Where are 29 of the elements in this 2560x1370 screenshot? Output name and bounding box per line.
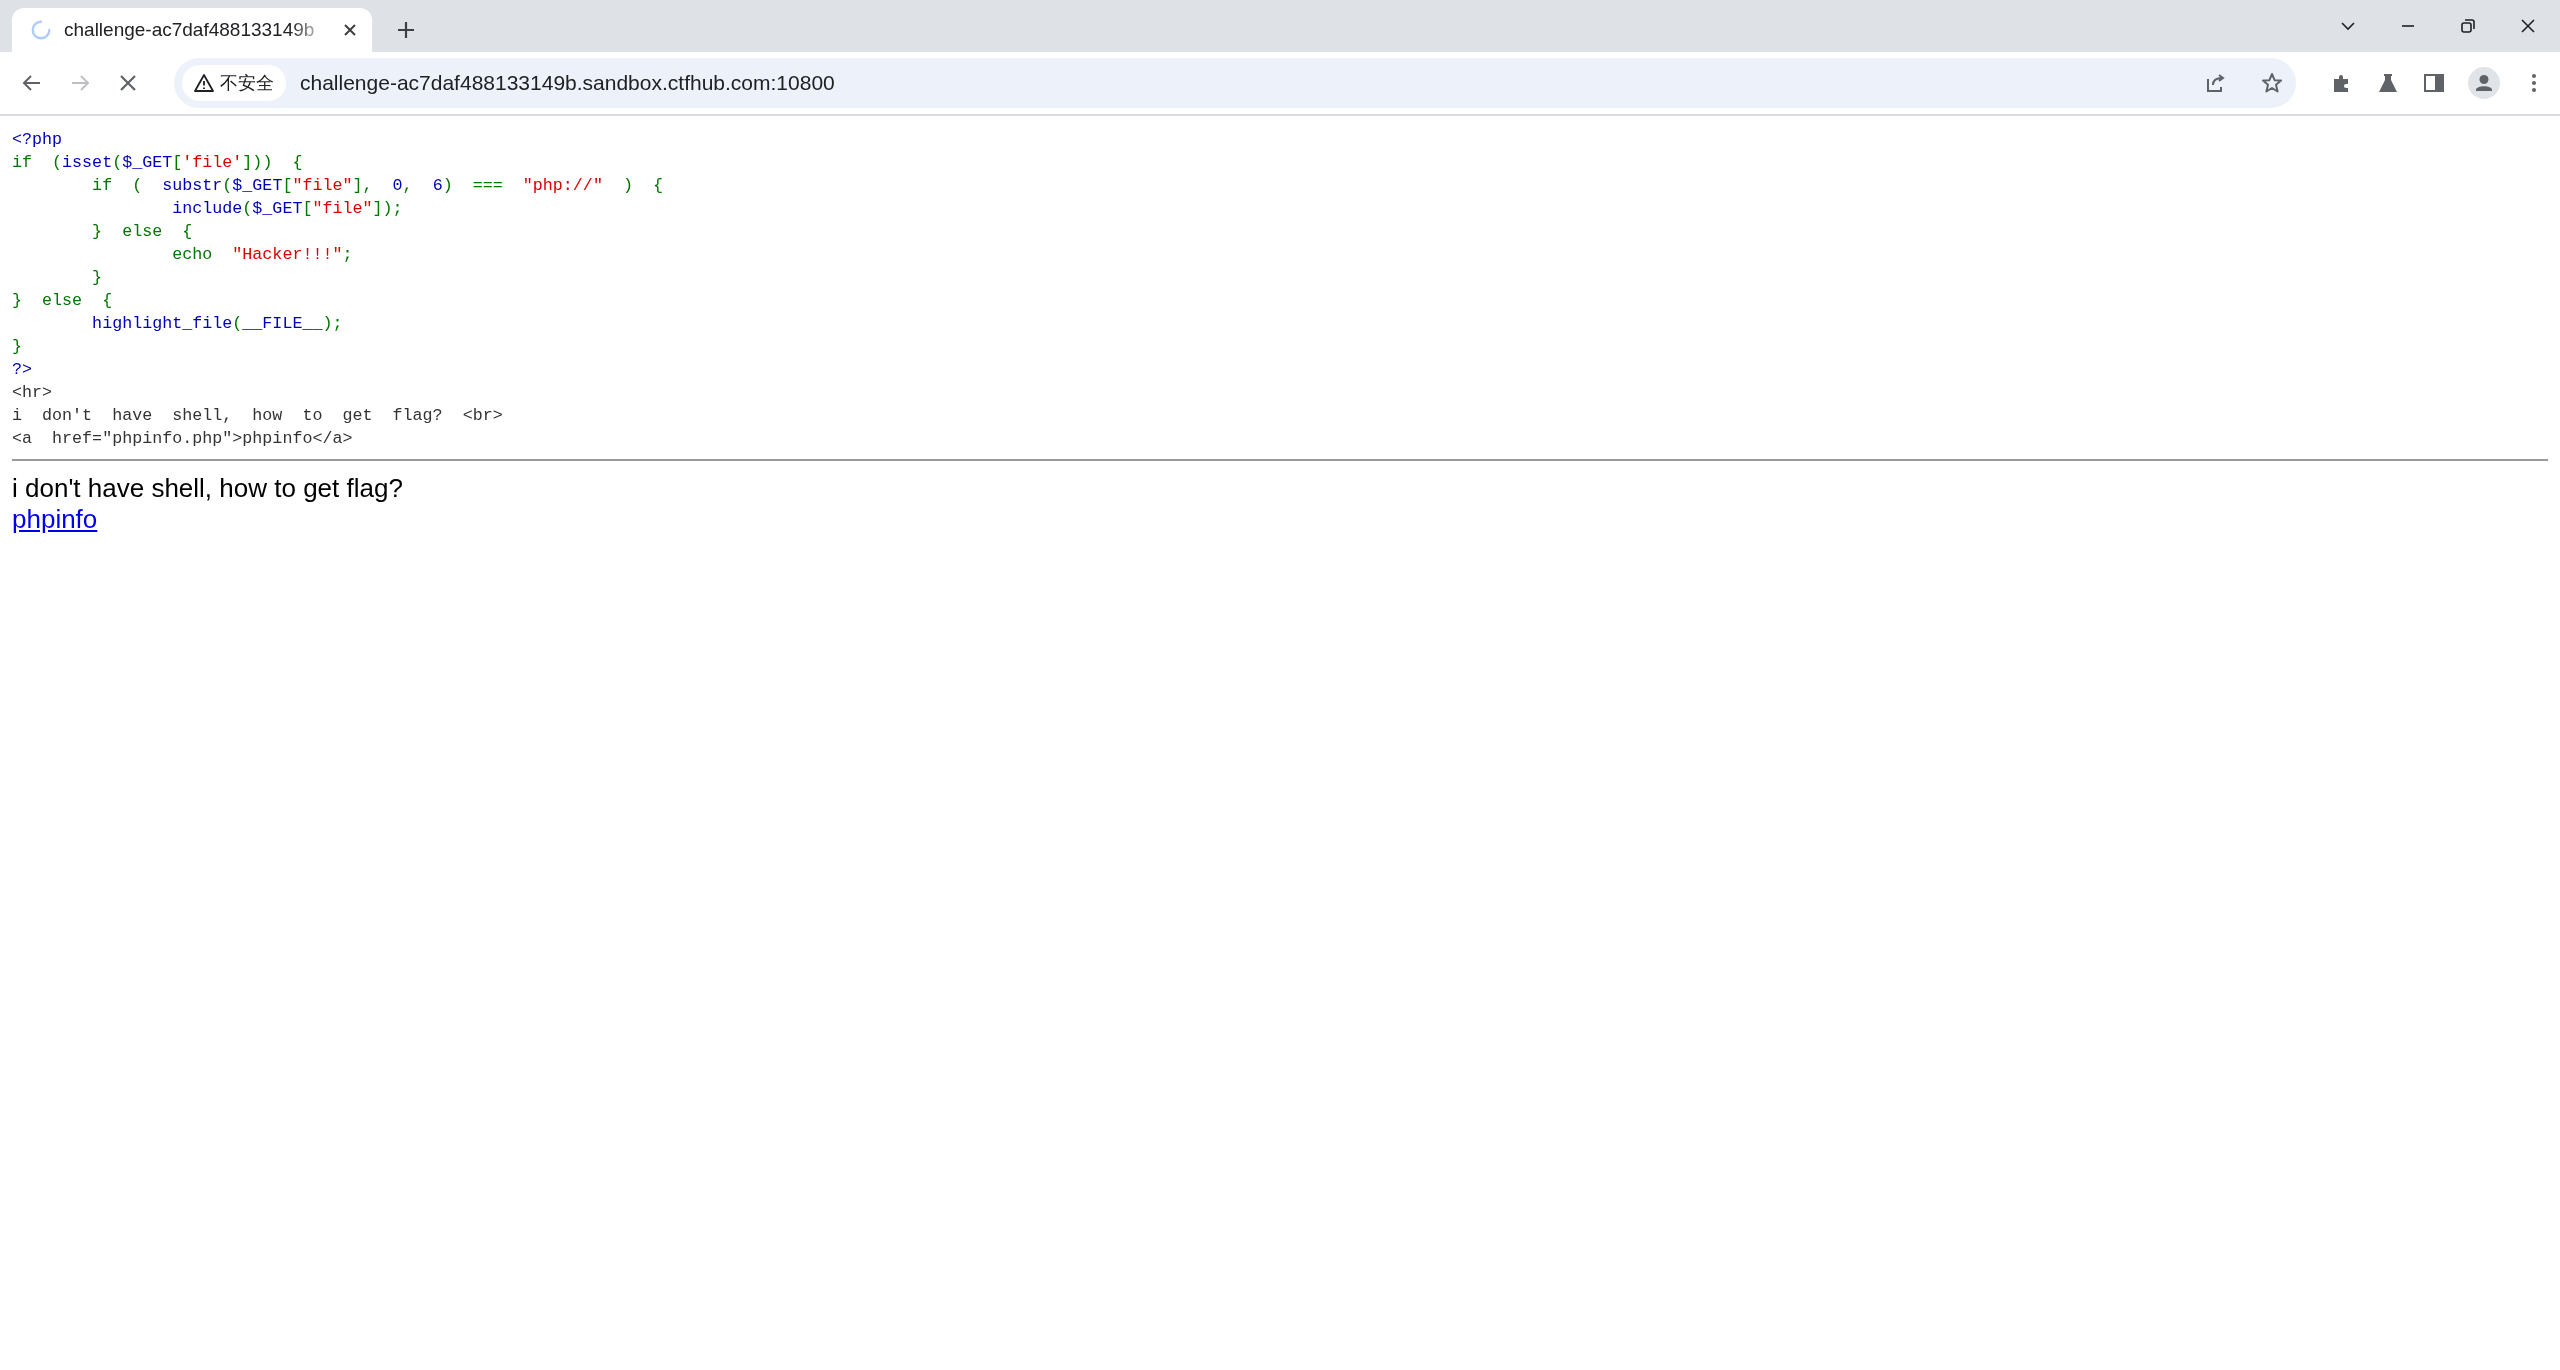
code-line: if (isset($_GET['file'])) {: [12, 152, 304, 174]
phpinfo-link[interactable]: phpinfo: [12, 504, 98, 534]
code-line: <a href="phpinfo.php">phpinfo</a>: [12, 428, 354, 450]
code-line: }: [91, 267, 104, 289]
security-chip[interactable]: 不安全: [182, 65, 286, 101]
restore-icon[interactable]: [2458, 16, 2478, 36]
loading-spinner-icon: [30, 19, 52, 41]
star-icon[interactable]: [2260, 71, 2284, 95]
code-line: <hr>: [12, 382, 54, 404]
code-line: if ( substr($_GET["file"], 0, 6) === "php://" ) {: [91, 175, 664, 197]
browser-tab[interactable]: challenge-ac7daf488133149b: [12, 8, 372, 52]
code-line: <?php: [12, 129, 64, 151]
code-line: } else {: [12, 290, 114, 312]
security-label: 不安全: [220, 72, 274, 95]
code-line: i don't have shell, how to get flag? <br>: [12, 405, 504, 427]
code-line: highlight_file(__FILE__);: [91, 313, 344, 335]
code-line: }: [12, 336, 23, 358]
flask-icon[interactable]: [2376, 71, 2400, 95]
code-line: } else {: [91, 221, 194, 243]
code-line: include($_GET["file"]);: [171, 198, 404, 220]
address-bar[interactable]: 不安全 challenge-ac7daf488133149b.sandbox.ctfhub.com:10800: [174, 58, 2296, 108]
url-text: challenge-ac7daf488133149b.sandbox.ctfhub.com:10800: [300, 71, 836, 95]
code-line: echo "Hacker!!!";: [171, 244, 354, 266]
warning-icon: [194, 73, 214, 93]
side-panel-icon[interactable]: [2422, 71, 2446, 95]
code-line: ?>: [12, 359, 34, 381]
close-icon[interactable]: [342, 22, 358, 38]
profile-icon[interactable]: [2468, 67, 2500, 99]
message-text: i don't have shell, how to get flag?: [12, 473, 404, 504]
